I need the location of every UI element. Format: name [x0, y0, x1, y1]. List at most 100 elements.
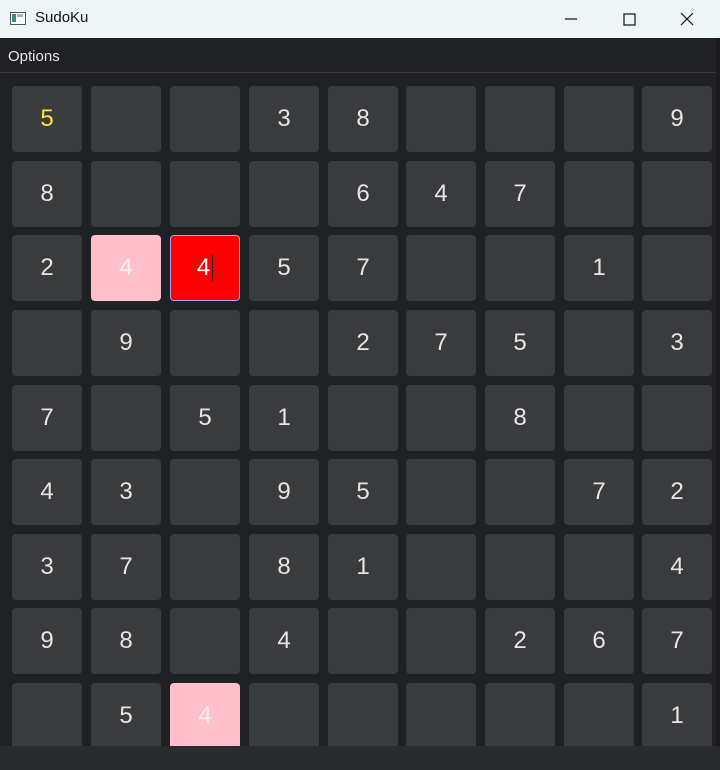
sudoku-cell-r4-c9[interactable]: 3	[642, 310, 712, 376]
sudoku-cell-r9-c4[interactable]	[249, 683, 319, 746]
sudoku-cell-r8-c1[interactable]: 9	[12, 608, 82, 674]
cell-value: 1	[670, 702, 684, 729]
sudoku-cell-r4-c2[interactable]: 9	[91, 310, 161, 376]
sudoku-cell-r5-c7[interactable]: 8	[485, 385, 555, 451]
sudoku-cell-r4-c4[interactable]	[249, 310, 319, 376]
minimize-button[interactable]	[542, 0, 600, 38]
sudoku-cell-r3-c2[interactable]: 4	[91, 235, 161, 301]
sudoku-cell-r8-c4[interactable]: 4	[249, 608, 319, 674]
sudoku-cell-r8-c5[interactable]	[328, 608, 398, 674]
sudoku-cell-r3-c3[interactable]: 4	[170, 235, 240, 301]
sudoku-cell-r5-c1[interactable]: 7	[12, 385, 82, 451]
menu-options[interactable]: Options	[8, 48, 60, 65]
sudoku-cell-r7-c8[interactable]	[564, 534, 634, 600]
sudoku-cell-r4-c3[interactable]	[170, 310, 240, 376]
sudoku-cell-r5-c3[interactable]: 5	[170, 385, 240, 451]
sudoku-cell-r5-c6[interactable]	[406, 385, 476, 451]
cell-value: 8	[277, 553, 291, 580]
cell-value: 3	[670, 329, 684, 356]
sudoku-cell-r3-c5[interactable]: 7	[328, 235, 398, 301]
sudoku-cell-r4-c1[interactable]	[12, 310, 82, 376]
sudoku-cell-r1-c9[interactable]: 9	[642, 86, 712, 152]
sudoku-cell-r6-c7[interactable]	[485, 459, 555, 525]
sudoku-cell-r8-c7[interactable]: 2	[485, 608, 555, 674]
sudoku-cell-r1-c1[interactable]: 5	[12, 86, 82, 152]
sudoku-cell-r4-c7[interactable]: 5	[485, 310, 555, 376]
sudoku-cell-r2-c2[interactable]	[91, 161, 161, 227]
sudoku-cell-r6-c1[interactable]: 4	[12, 459, 82, 525]
sudoku-cell-r2-c6[interactable]: 4	[406, 161, 476, 227]
sudoku-cell-r3-c4[interactable]: 5	[249, 235, 319, 301]
sudoku-cell-r2-c5[interactable]: 6	[328, 161, 398, 227]
sudoku-cell-r7-c1[interactable]: 3	[12, 534, 82, 600]
sudoku-cell-r5-c8[interactable]	[564, 385, 634, 451]
sudoku-cell-r4-c6[interactable]: 7	[406, 310, 476, 376]
sudoku-cell-r3-c6[interactable]	[406, 235, 476, 301]
sudoku-cell-r7-c3[interactable]	[170, 534, 240, 600]
sudoku-cell-r8-c3[interactable]	[170, 608, 240, 674]
sudoku-cell-r3-c8[interactable]: 1	[564, 235, 634, 301]
sudoku-cell-r9-c1[interactable]	[12, 683, 82, 746]
sudoku-cell-r2-c9[interactable]	[642, 161, 712, 227]
window-edge	[716, 38, 720, 746]
sudoku-cell-r9-c7[interactable]	[485, 683, 555, 746]
sudoku-cell-r9-c2[interactable]: 5	[91, 683, 161, 746]
sudoku-cell-r2-c7[interactable]: 7	[485, 161, 555, 227]
sudoku-cell-r9-c6[interactable]	[406, 683, 476, 746]
sudoku-cell-r5-c9[interactable]	[642, 385, 712, 451]
maximize-icon	[623, 13, 636, 26]
sudoku-cell-r2-c4[interactable]	[249, 161, 319, 227]
sudoku-cell-r1-c7[interactable]	[485, 86, 555, 152]
cell-value: 6	[592, 627, 606, 654]
sudoku-cell-r2-c8[interactable]	[564, 161, 634, 227]
cell-value: 4	[196, 254, 211, 281]
window-title: SudoKu	[35, 9, 89, 26]
sudoku-cell-r1-c6[interactable]	[406, 86, 476, 152]
sudoku-cell-r1-c2[interactable]	[91, 86, 161, 152]
sudoku-cell-r9-c9[interactable]: 1	[642, 683, 712, 746]
sudoku-cell-r9-c3[interactable]: 4	[170, 683, 240, 746]
cell-value: 8	[119, 627, 133, 654]
sudoku-cell-r6-c5[interactable]: 5	[328, 459, 398, 525]
sudoku-cell-r2-c1[interactable]: 8	[12, 161, 82, 227]
sudoku-cell-r7-c9[interactable]: 4	[642, 534, 712, 600]
sudoku-cell-r4-c5[interactable]: 2	[328, 310, 398, 376]
sudoku-cell-r7-c4[interactable]: 8	[249, 534, 319, 600]
cell-value: 2	[513, 627, 527, 654]
sudoku-cell-r3-c1[interactable]: 2	[12, 235, 82, 301]
close-button[interactable]	[658, 0, 720, 38]
cell-value: 2	[40, 254, 54, 281]
sudoku-cell-r4-c8[interactable]	[564, 310, 634, 376]
sudoku-cell-r8-c8[interactable]: 6	[564, 608, 634, 674]
cell-value: 4	[119, 254, 133, 281]
sudoku-cell-r6-c3[interactable]	[170, 459, 240, 525]
cell-value: 7	[119, 553, 133, 580]
sudoku-cell-r6-c9[interactable]: 2	[642, 459, 712, 525]
status-bar	[0, 746, 720, 770]
sudoku-cell-r3-c9[interactable]	[642, 235, 712, 301]
sudoku-cell-r7-c6[interactable]	[406, 534, 476, 600]
sudoku-cell-r9-c8[interactable]	[564, 683, 634, 746]
maximize-button[interactable]	[600, 0, 658, 38]
sudoku-cell-r5-c4[interactable]: 1	[249, 385, 319, 451]
sudoku-cell-r8-c2[interactable]: 8	[91, 608, 161, 674]
minimize-icon	[565, 18, 577, 20]
sudoku-cell-r6-c8[interactable]: 7	[564, 459, 634, 525]
sudoku-cell-r1-c3[interactable]	[170, 86, 240, 152]
sudoku-cell-r1-c8[interactable]	[564, 86, 634, 152]
sudoku-cell-r6-c2[interactable]: 3	[91, 459, 161, 525]
sudoku-cell-r8-c9[interactable]: 7	[642, 608, 712, 674]
sudoku-cell-r1-c4[interactable]: 3	[249, 86, 319, 152]
sudoku-cell-r5-c5[interactable]	[328, 385, 398, 451]
sudoku-cell-r3-c7[interactable]	[485, 235, 555, 301]
sudoku-cell-r1-c5[interactable]: 8	[328, 86, 398, 152]
sudoku-cell-r8-c6[interactable]	[406, 608, 476, 674]
sudoku-cell-r2-c3[interactable]	[170, 161, 240, 227]
sudoku-cell-r7-c7[interactable]	[485, 534, 555, 600]
sudoku-cell-r7-c5[interactable]: 1	[328, 534, 398, 600]
sudoku-cell-r6-c4[interactable]: 9	[249, 459, 319, 525]
sudoku-cell-r5-c2[interactable]	[91, 385, 161, 451]
sudoku-cell-r6-c6[interactable]	[406, 459, 476, 525]
sudoku-cell-r7-c2[interactable]: 7	[91, 534, 161, 600]
sudoku-cell-r9-c5[interactable]	[328, 683, 398, 746]
